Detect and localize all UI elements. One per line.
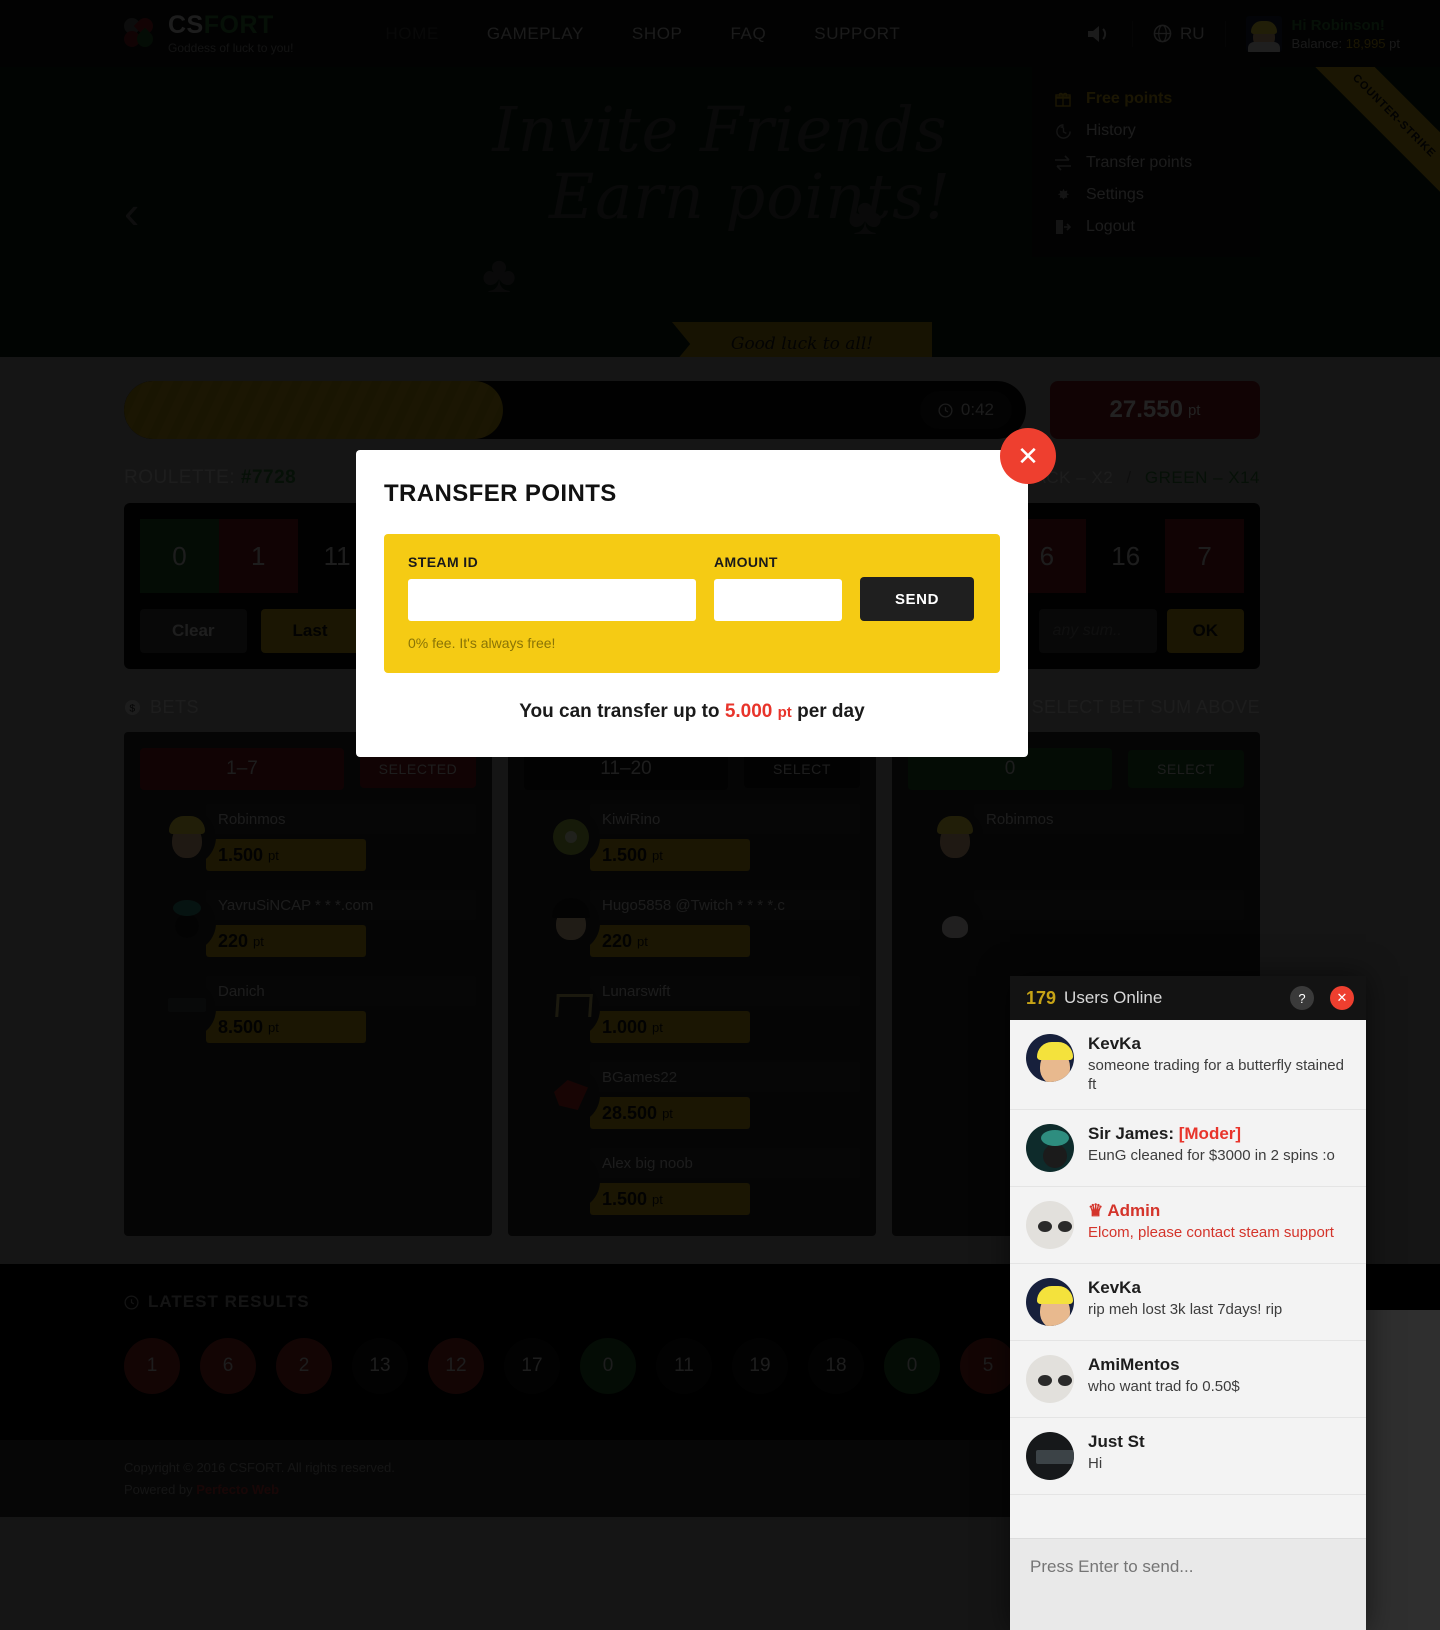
transfer-limit-note: You can transfer up to 5.000 pt per day [384,701,1000,723]
chat-input-area [1010,1538,1366,1630]
chat-header: 179 Users Online ? ✕ [1010,976,1366,1020]
chat-text: EunG cleaned for $3000 in 2 spins :o [1088,1146,1335,1164]
amount-label: AMOUNT [714,554,778,570]
chat-username[interactable]: Sir James: [Moder] [1088,1124,1350,1144]
modal-title: TRANSFER POINTS [384,480,617,507]
avatar [1026,1354,1074,1403]
avatar [1026,1200,1074,1249]
avatar [1026,1123,1074,1172]
chat-username[interactable]: AmiMentos [1088,1355,1350,1375]
steam-id-label: STEAM ID [408,554,479,570]
transfer-points-modal: ✕ TRANSFER POINTS STEAM ID AMOUNT SEND 0… [356,428,1056,757]
chat-message: KevKa rip meh lost 3k last 7days! rip [1010,1264,1366,1341]
amount-input[interactable] [714,579,842,621]
fee-note: 0% fee. It's always free! [408,635,556,651]
chat-message: KevKa someone trading for a butterfly st… [1010,1020,1366,1110]
chat-message: ♛ Admin Elcom, please contact steam supp… [1010,1187,1366,1264]
chat-input[interactable] [1030,1557,1346,1577]
crown-icon: ♛ [1088,1200,1104,1220]
chat-text: someone trading for a butterfly stained … [1088,1057,1344,1093]
page-side-strip [1366,1310,1440,1630]
chat-username[interactable]: ♛ Admin [1088,1201,1350,1221]
chat-text: Elcom, please contact steam support [1088,1223,1334,1241]
chat-text: rip meh lost 3k last 7days! rip [1088,1300,1283,1318]
limit-prefix: You can transfer up to [519,701,725,722]
help-icon[interactable]: ? [1290,986,1314,1010]
limit-value: 5.000 [724,701,773,722]
limit-suffix: per day [791,701,865,722]
online-count: 179 [1026,987,1057,1008]
online-label: Users Online [1064,988,1163,1007]
steam-id-input[interactable] [408,579,696,621]
send-button[interactable]: SEND [860,577,974,621]
chat-text: Hi [1088,1454,1103,1472]
transfer-form: STEAM ID AMOUNT SEND 0% fee. It's always… [384,534,1000,673]
avatar [1026,1277,1074,1326]
close-icon[interactable]: ✕ [1330,986,1354,1010]
avatar [1026,1431,1074,1480]
chat-panel: 179 Users Online ? ✕ KevKa someone tradi… [1010,976,1366,1630]
chat-username[interactable]: Just St [1088,1432,1350,1452]
close-icon[interactable]: ✕ [1000,428,1056,484]
chat-message: Just St Hi [1010,1418,1366,1495]
chat-username[interactable]: KevKa [1088,1034,1350,1054]
limit-unit: pt [777,704,792,721]
chat-text: who want trad fo 0.50$ [1088,1377,1240,1395]
chat-messages[interactable]: KevKa someone trading for a butterfly st… [1010,1020,1366,1538]
avatar [1026,1034,1074,1082]
moderator-badge: [Moder] [1178,1123,1242,1143]
chat-message: AmiMentos who want trad fo 0.50$ [1010,1341,1366,1418]
chat-message: Sir James: [Moder] EunG cleaned for $300… [1010,1110,1366,1187]
chat-username[interactable]: KevKa [1088,1278,1350,1298]
